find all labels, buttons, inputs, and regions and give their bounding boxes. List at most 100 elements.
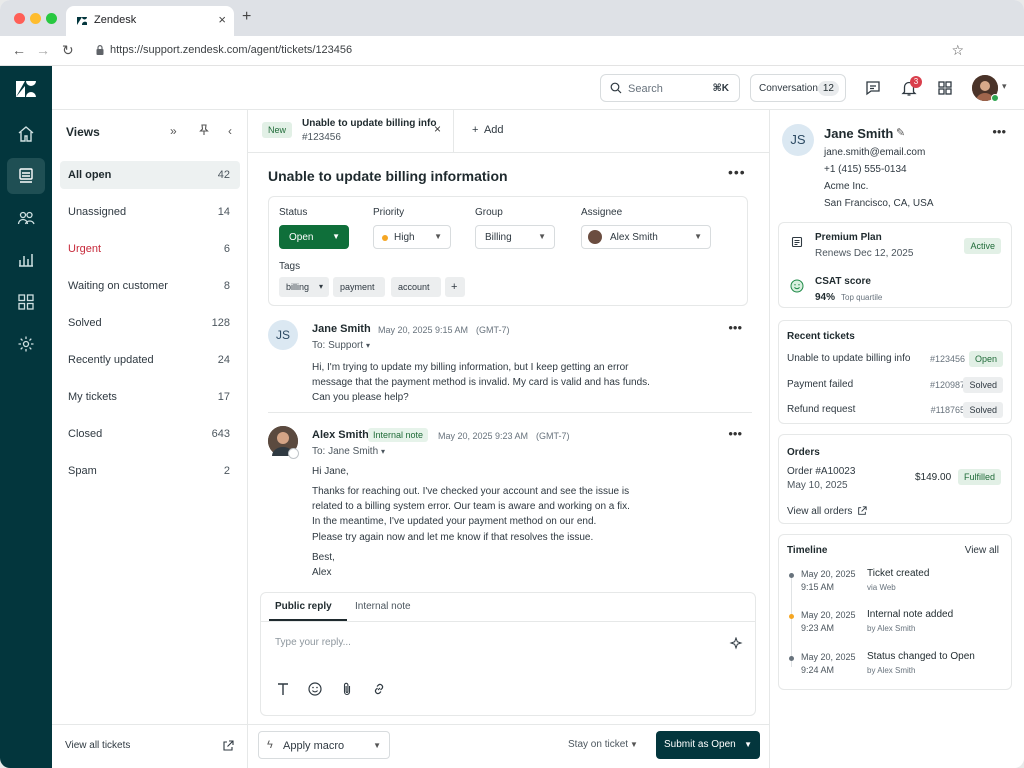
message-line: Hi Jane, bbox=[312, 466, 349, 477]
zendesk-logo-icon[interactable] bbox=[14, 78, 38, 100]
browser-tab[interactable]: Zendesk × bbox=[66, 6, 234, 36]
more-options-icon[interactable]: ••• bbox=[728, 164, 746, 180]
tag-account[interactable]: account bbox=[391, 277, 441, 297]
priority-select[interactable]: High ▼ bbox=[373, 225, 451, 249]
chevron-left-icon[interactable]: ‹ bbox=[228, 124, 232, 138]
view-count: 2 bbox=[223, 465, 230, 477]
edit-pencil-icon[interactable]: ✎ bbox=[896, 126, 905, 139]
view-urgent[interactable]: Urgent 6 bbox=[60, 235, 240, 263]
link-icon[interactable] bbox=[371, 681, 387, 697]
reload-icon[interactable]: ↻ bbox=[62, 42, 74, 59]
close-window-button[interactable] bbox=[14, 13, 25, 24]
more-options-icon[interactable]: ••• bbox=[728, 426, 742, 441]
view-my-tickets[interactable]: My tickets 17 bbox=[60, 383, 240, 411]
product-tray-icon[interactable] bbox=[936, 79, 954, 97]
chevron-down-icon[interactable]: ▼ bbox=[744, 740, 752, 749]
apps-nav[interactable] bbox=[7, 284, 45, 320]
view-recently-updated[interactable]: Recently updated 24 bbox=[60, 346, 240, 374]
recent-ticket-row[interactable]: Unable to update billing info #123456 Op… bbox=[787, 351, 1003, 367]
emoji-icon[interactable] bbox=[307, 681, 323, 697]
add-tag-button[interactable]: + bbox=[445, 277, 465, 297]
online-status-dot bbox=[991, 94, 999, 102]
reply-input[interactable]: Type your reply... bbox=[275, 637, 351, 648]
tab-public-reply[interactable]: Public reply bbox=[275, 601, 332, 612]
app-rail bbox=[0, 66, 52, 768]
view-waiting-on-customer[interactable]: Waiting on customer 8 bbox=[60, 272, 240, 300]
settings-nav[interactable] bbox=[7, 326, 45, 362]
message-recipient[interactable]: To: Support ▾ bbox=[312, 340, 370, 351]
view-all-tickets-link[interactable]: View all tickets bbox=[65, 740, 130, 751]
chat-icon[interactable] bbox=[864, 79, 882, 97]
submit-button[interactable]: Submit as Open ▼ bbox=[656, 731, 760, 759]
chevron-down-icon: ▾ bbox=[365, 341, 370, 350]
order-status-badge: Fulfilled bbox=[957, 469, 1001, 485]
close-icon[interactable]: × bbox=[434, 122, 441, 136]
message-line: Please try again now and let me know if … bbox=[312, 532, 594, 543]
forward-arrow-icon[interactable]: → bbox=[36, 42, 50, 58]
double-chevron-right-icon[interactable]: » bbox=[170, 124, 177, 138]
conversations-button[interactable]: Conversations 12 bbox=[750, 74, 846, 102]
new-status-badge: New bbox=[262, 122, 293, 138]
view-unassigned[interactable]: Unassigned 14 bbox=[60, 198, 240, 226]
pin-icon[interactable] bbox=[198, 124, 210, 136]
status-select[interactable]: Open ▼ bbox=[279, 225, 349, 249]
view-all-open[interactable]: All open 42 bbox=[60, 161, 240, 189]
home-icon bbox=[18, 126, 34, 142]
view-label: Urgent bbox=[68, 243, 102, 255]
message-recipient[interactable]: To: Jane Smith ▾ bbox=[312, 446, 385, 457]
assignee-select[interactable]: Alex Smith ▼ bbox=[581, 225, 711, 249]
chevron-down-icon[interactable]: ▾ bbox=[319, 282, 323, 291]
conversations-count-badge: 12 bbox=[817, 81, 839, 96]
csat-title: CSAT score bbox=[815, 276, 871, 287]
submit-label: Submit as Open bbox=[664, 739, 736, 750]
chevron-down-icon: ▾ bbox=[380, 447, 385, 456]
bookmark-star-icon[interactable]: ☆ bbox=[951, 42, 964, 59]
new-tab-button[interactable]: + bbox=[242, 8, 251, 26]
maximize-window-button[interactable] bbox=[46, 13, 57, 24]
customers-nav[interactable] bbox=[7, 200, 45, 236]
chevron-down-icon[interactable]: ▾ bbox=[1002, 81, 1007, 92]
home-nav[interactable] bbox=[7, 116, 45, 152]
recent-ticket-row[interactable]: Payment failed #120987 Solved bbox=[787, 377, 1003, 393]
apply-macro-button[interactable]: ϟ Apply macro ▼ bbox=[258, 731, 390, 759]
timeline-view-all-link[interactable]: View all bbox=[965, 545, 999, 556]
reporting-nav[interactable] bbox=[7, 242, 45, 278]
text-format-icon[interactable] bbox=[275, 681, 291, 697]
customer-avatar: JS bbox=[782, 124, 814, 156]
external-link-icon[interactable] bbox=[222, 740, 234, 752]
gear-icon bbox=[18, 336, 34, 352]
add-tab-button[interactable]: + Add bbox=[472, 124, 504, 136]
attachment-icon[interactable] bbox=[339, 681, 355, 697]
close-tab-icon[interactable]: × bbox=[218, 12, 226, 27]
more-options-icon[interactable]: ••• bbox=[992, 124, 1006, 139]
stay-on-ticket-select[interactable]: Stay on ticket bbox=[568, 739, 628, 750]
sparkle-ai-icon[interactable] bbox=[729, 637, 743, 651]
view-count: 8 bbox=[223, 280, 230, 292]
message-line: Hi, I'm trying to update my billing info… bbox=[312, 362, 629, 373]
view-closed[interactable]: Closed 643 bbox=[60, 420, 240, 448]
order-date: May 10, 2025 bbox=[787, 480, 848, 491]
timeline-dot bbox=[789, 573, 794, 578]
minimize-window-button[interactable] bbox=[30, 13, 41, 24]
tab-internal-note[interactable]: Internal note bbox=[355, 601, 411, 612]
recent-ticket-row[interactable]: Refund request #118765 Solved bbox=[787, 402, 1003, 418]
grid-icon bbox=[18, 294, 34, 310]
url-field[interactable]: https://support.zendesk.com/agent/ticket… bbox=[86, 40, 964, 62]
search-input[interactable]: Search ⌘K bbox=[600, 74, 740, 102]
back-arrow-icon[interactable]: ← bbox=[12, 42, 26, 58]
chevron-down-icon: ▼ bbox=[373, 741, 381, 750]
chevron-down-icon[interactable]: ▼ bbox=[630, 740, 638, 749]
view-count: 24 bbox=[217, 354, 230, 366]
external-link-icon[interactable] bbox=[857, 506, 867, 516]
view-spam[interactable]: Spam 2 bbox=[60, 457, 240, 485]
ticket-tab[interactable]: New Unable to update billing info #12345… bbox=[256, 110, 454, 152]
view-all-orders-link[interactable]: View all orders bbox=[787, 506, 852, 517]
more-options-icon[interactable]: ••• bbox=[728, 320, 742, 335]
browser-window: Zendesk × + ← → ↻ https://support.zendes… bbox=[0, 0, 1024, 768]
tickets-nav[interactable] bbox=[7, 158, 45, 194]
timeline-date: May 20, 2025 9:24 AM bbox=[801, 651, 856, 677]
group-select[interactable]: Billing ▼ bbox=[475, 225, 555, 249]
view-solved[interactable]: Solved 128 bbox=[60, 309, 240, 337]
tag-billing[interactable]: billing ▾ bbox=[279, 277, 329, 297]
tag-payment[interactable]: payment bbox=[333, 277, 385, 297]
